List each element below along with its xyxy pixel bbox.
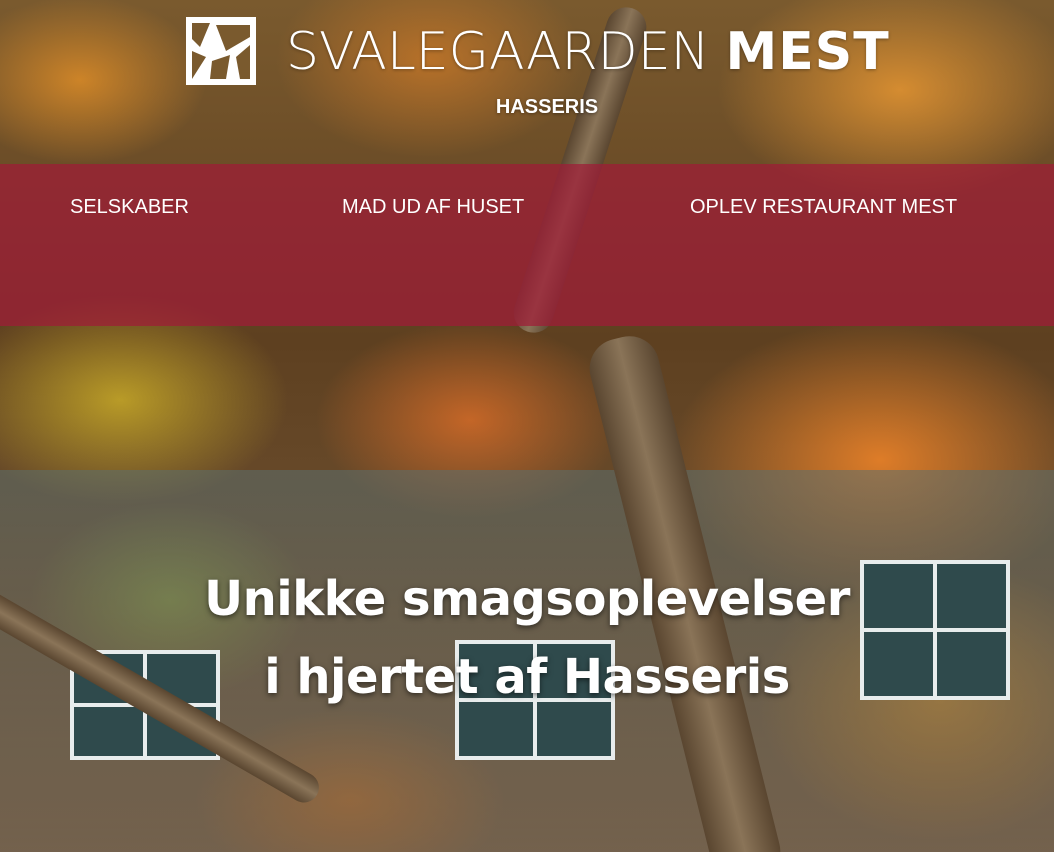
brand-name: SVALEGAARDEN MEST	[286, 16, 890, 86]
main-navigation: SELSKABER MAD UD AF HUSET OPLEV RESTAURA…	[0, 164, 1054, 326]
hero-tagline-line-2: i hjertet af Hasseris	[264, 649, 790, 705]
nav-item-selskaber[interactable]: SELSKABER	[70, 196, 189, 219]
nav-item-mad-ud-af-huset[interactable]: MAD UD AF HUSET	[342, 196, 524, 219]
hero-tagline: Unikke smagsoplevelser i hjertet af Hass…	[0, 560, 1054, 716]
home-logo-link[interactable]: SVALEGAARDEN MEST	[186, 16, 890, 86]
location-label: HASSERIS	[495, 96, 599, 118]
svalegaarden-logo-icon	[186, 17, 256, 85]
site-header: SVALEGAARDEN MEST HASSERIS	[0, 0, 1054, 164]
page: SVALEGAARDEN MEST HASSERIS SELSKABER MAD …	[0, 0, 1054, 852]
hero-tagline-line-1: Unikke smagsoplevelser	[204, 571, 850, 627]
brand-name-light: SVALEGAARDEN	[286, 22, 710, 82]
brand-name-bold: MEST	[725, 22, 890, 82]
nav-item-oplev-restaurant-mest[interactable]: OPLEV RESTAURANT MEST	[690, 196, 957, 219]
